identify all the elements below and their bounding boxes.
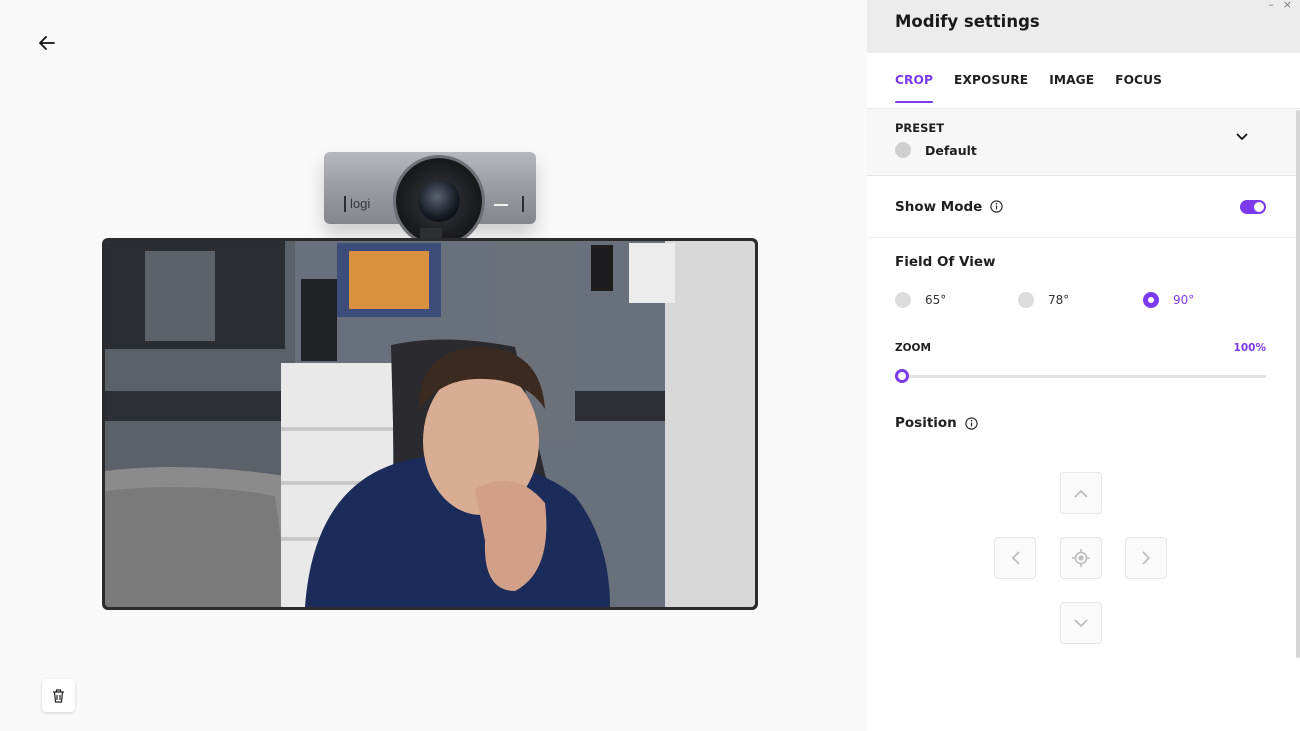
zoom-slider-track[interactable]	[895, 375, 1266, 378]
window-minimize-button[interactable]: –	[1269, 0, 1275, 11]
preview-area: logi	[0, 0, 867, 731]
radio-90[interactable]	[1143, 292, 1159, 308]
delete-button[interactable]	[42, 679, 75, 712]
webcam-lens-glass	[418, 180, 460, 222]
crosshair-icon	[1072, 549, 1090, 567]
preset-value: Default	[925, 142, 977, 158]
field-of-view-section: Field Of View 65° 78° 90°	[867, 238, 1300, 308]
chevron-left-icon	[1011, 551, 1019, 565]
chevron-up-icon	[1074, 489, 1088, 497]
info-icon[interactable]	[990, 200, 1003, 213]
position-label-group: Position	[895, 415, 1272, 431]
camera-feed-image	[105, 241, 755, 607]
preset-label: PRESET	[895, 121, 945, 135]
info-icon[interactable]	[965, 416, 978, 430]
trash-icon	[53, 689, 64, 703]
position-label: Position	[895, 415, 957, 431]
fov-option-label: 65°	[925, 293, 947, 307]
arrow-left-icon	[39, 36, 55, 50]
chevron-down-icon	[1074, 619, 1088, 627]
tab-crop[interactable]: CROP	[895, 73, 934, 103]
zoom-header: ZOOM 100%	[895, 342, 1266, 354]
fov-option-65[interactable]: 65°	[895, 292, 1018, 308]
camera-preview	[105, 241, 755, 607]
panel-scrollbar[interactable]	[1296, 110, 1300, 658]
field-of-view-label: Field Of View	[895, 254, 996, 270]
position-section: Position	[867, 415, 1300, 431]
webcam-device-image: logi	[316, 136, 548, 246]
webcam-indicator	[494, 204, 508, 206]
show-mode-label-group: Show Mode	[895, 199, 1003, 215]
chevron-down-icon[interactable]	[1236, 133, 1248, 141]
zoom-slider-thumb[interactable]	[895, 369, 909, 383]
fov-options: 65° 78° 90°	[895, 292, 1272, 308]
fov-option-90[interactable]: 90°	[1143, 292, 1194, 308]
pan-right-button[interactable]	[1125, 537, 1167, 579]
pan-up-button[interactable]	[1060, 472, 1102, 514]
window-close-button[interactable]: ×	[1283, 0, 1292, 11]
chevron-right-icon	[1142, 551, 1150, 565]
recenter-button[interactable]	[1060, 537, 1102, 579]
preset-color-dot	[895, 142, 911, 158]
fov-option-78[interactable]: 78°	[1018, 292, 1143, 308]
camera-preview-frame	[102, 238, 758, 610]
tab-focus[interactable]: FOCUS	[1115, 73, 1162, 97]
radio-65[interactable]	[895, 292, 911, 308]
webcam-logo: logi	[350, 196, 371, 211]
radio-78[interactable]	[1018, 292, 1034, 308]
fov-option-label: 90°	[1173, 293, 1195, 307]
show-mode-toggle[interactable]	[1240, 199, 1266, 214]
pan-down-button[interactable]	[1060, 602, 1102, 644]
webcam-marker-right	[522, 196, 524, 212]
fov-option-label: 78°	[1048, 293, 1070, 307]
pan-left-button[interactable]	[994, 537, 1036, 579]
back-button[interactable]	[34, 30, 60, 56]
settings-panel: Modify settings – × CROP EXPOSURE IMAGE …	[867, 0, 1300, 731]
preset-dropdown[interactable]: PRESET Default	[867, 109, 1300, 176]
webcam-body: logi	[324, 152, 536, 244]
tab-exposure[interactable]: EXPOSURE	[954, 73, 1028, 97]
preset-selection: Default	[895, 142, 1272, 158]
settings-tabs: CROP EXPOSURE IMAGE FOCUS	[867, 53, 1300, 109]
zoom-section: ZOOM 100%	[867, 342, 1300, 385]
position-pad	[994, 472, 1168, 646]
zoom-slider[interactable]	[895, 367, 1266, 385]
panel-header: Modify settings – ×	[867, 0, 1300, 53]
tab-image[interactable]: IMAGE	[1049, 73, 1094, 97]
webcam-marker-left	[344, 196, 346, 212]
zoom-label: ZOOM	[895, 342, 931, 354]
show-mode-label: Show Mode	[895, 198, 983, 215]
show-mode-row: Show Mode	[867, 176, 1300, 238]
zoom-value: 100%	[1233, 342, 1266, 354]
panel-title: Modify settings	[895, 12, 1040, 31]
